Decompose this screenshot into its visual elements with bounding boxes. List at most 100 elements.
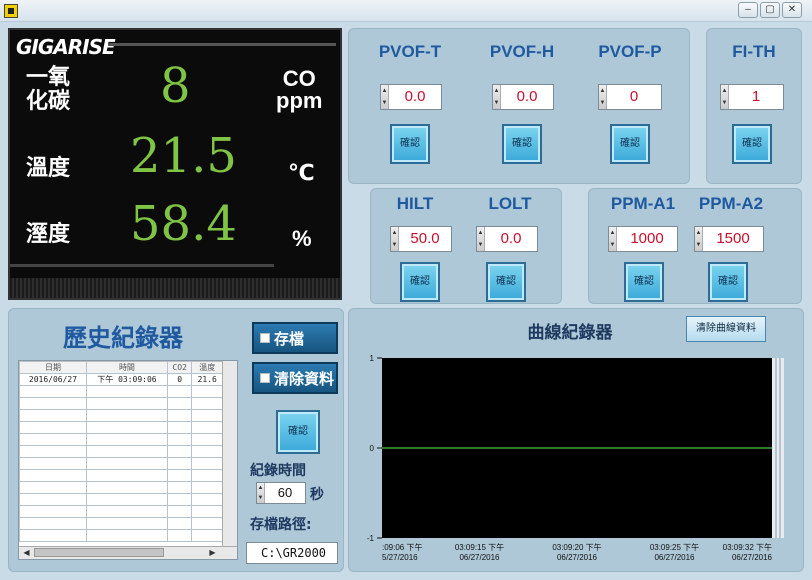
pvof-p-spinner[interactable]: ▲ ▼ <box>599 85 607 109</box>
title-bar <box>0 0 812 22</box>
save-checkbox-icon <box>260 333 270 343</box>
chart-title: 曲線紀錄器 <box>527 323 613 343</box>
co-label-line1: 一氧 <box>26 65 71 90</box>
clear-checkbox-icon <box>260 373 270 383</box>
scroll-left-icon[interactable]: ◀ <box>20 546 33 559</box>
save-path-label: 存檔路徑: <box>250 517 312 533</box>
ppm-a1-label: PPM-A1 <box>610 194 676 213</box>
ppm-a2-spinner[interactable]: ▲ ▼ <box>695 227 703 251</box>
ppm-a2-confirm-button[interactable]: 確認 <box>708 262 748 302</box>
cell-time: 下午 03:09:06 <box>85 373 168 386</box>
app-icon <box>4 4 18 18</box>
minimize-button[interactable]: – <box>738 2 758 18</box>
x-tick-time-label: 03:09:25 下午 <box>650 542 699 552</box>
ppm-a1-value: 1000 <box>630 230 664 247</box>
y-tick-label: -1 <box>367 534 375 543</box>
hilt-value: 50.0 <box>410 230 440 247</box>
display-strip <box>10 278 340 298</box>
ppm-a1-input[interactable]: ▲ ▼ 1000 <box>608 226 678 252</box>
ppm-a2-input[interactable]: ▲ ▼ 1500 <box>694 226 764 252</box>
table-row <box>19 529 223 542</box>
pvof-h-spinner[interactable]: ▲ ▼ <box>493 85 501 109</box>
record-time-input[interactable]: ▲ ▼ 60 <box>256 482 306 504</box>
cell-co2: 0 <box>166 373 193 386</box>
lolt-input[interactable]: ▲ ▼ 0.0 <box>476 226 538 252</box>
table-row <box>19 433 223 446</box>
ppm-a1-confirm-button[interactable]: 確認 <box>624 262 664 302</box>
hilt-confirm-button[interactable]: 確認 <box>400 262 440 302</box>
humidity-unit: % <box>292 226 312 251</box>
lolt-confirm-button[interactable]: 確認 <box>486 262 526 302</box>
table-row <box>19 421 223 434</box>
table-row <box>19 481 223 494</box>
cell-temp: 21.6 <box>191 373 223 386</box>
hilt-input[interactable]: ▲ ▼ 50.0 <box>390 226 452 252</box>
x-tick-date-label: 5/27/2016 <box>382 553 418 562</box>
record-time-spinner[interactable]: ▲ ▼ <box>257 483 265 503</box>
table-row <box>19 385 223 398</box>
humidity-value: 58.4 <box>130 196 237 252</box>
fi-th-value: 1 <box>751 88 761 105</box>
hilt-spinner[interactable]: ▲ ▼ <box>391 227 399 251</box>
col-temp: 溫度 <box>191 361 223 374</box>
save-button-label: 存檔 <box>274 329 305 348</box>
cell-date: 2016/06/27 <box>19 373 87 386</box>
pvof-t-input[interactable]: ▲ ▼ 0.0 <box>380 84 442 110</box>
table-row <box>19 505 223 518</box>
brand-logo: GIGARISE <box>16 35 116 59</box>
save-path-field[interactable]: C:\GR2000 <box>246 542 338 564</box>
temp-label: 溫度 <box>26 156 71 181</box>
lolt-label: LOLT <box>488 194 532 213</box>
x-tick-time-label: 03:09:20 下午 <box>552 542 601 552</box>
x-tick-date-label: 06/27/2016 <box>557 553 598 562</box>
record-time-value: 60 <box>277 485 293 500</box>
ppm-a1-spinner[interactable]: ▲ ▼ <box>609 227 617 251</box>
clear-data-button[interactable]: 清除資料 <box>252 362 338 394</box>
table-row <box>19 469 223 482</box>
pvof-h-input[interactable]: ▲ ▼ 0.0 <box>492 84 554 110</box>
pvof-p-confirm-button[interactable]: 確認 <box>610 124 650 164</box>
x-tick-time-label: 03:09:32 下午 <box>723 542 772 552</box>
lolt-value: 0.0 <box>500 230 522 247</box>
ppm-a2-value: 1500 <box>716 230 750 247</box>
trend-chart[interactable]: 10-1 :09:06 下午5/27/201603:09:15 下午06/27/… <box>352 348 798 570</box>
co-label: 一氧 化碳 <box>26 66 70 114</box>
pvof-t-label: PVOF-T <box>378 42 442 61</box>
co-value: 8 <box>160 58 191 114</box>
pvof-t-spinner[interactable]: ▲ ▼ <box>381 85 389 109</box>
table-row[interactable]: 2016/06/27 下午 03:09:06 0 21.6 <box>19 373 223 386</box>
pvof-t-value: 0.0 <box>404 88 426 105</box>
col-date: 日期 <box>19 361 87 374</box>
scroll-right-icon[interactable]: ▶ <box>206 546 219 559</box>
save-button[interactable]: 存檔 <box>252 322 338 354</box>
history-vertical-scrollbar[interactable] <box>222 361 237 546</box>
lolt-spinner[interactable]: ▲ ▼ <box>477 227 485 251</box>
temp-value: 21.5 <box>130 128 237 184</box>
record-time-label: 紀錄時間 <box>250 463 306 479</box>
clear-data-button-label: 清除資料 <box>274 369 335 388</box>
fi-th-input[interactable]: ▲ ▼ 1 <box>720 84 784 110</box>
fi-th-spinner[interactable]: ▲ ▼ <box>721 85 729 109</box>
x-tick-date-label: 06/27/2016 <box>459 553 500 562</box>
pvof-h-confirm-button[interactable]: 確認 <box>502 124 542 164</box>
maximize-button[interactable]: ▢ <box>760 2 780 18</box>
table-row <box>19 493 223 506</box>
clear-chart-button[interactable]: 清除曲線資料 <box>686 316 766 342</box>
pvof-p-input[interactable]: ▲ ▼ 0 <box>598 84 662 110</box>
chart-right-margin <box>772 358 784 538</box>
pvof-p-value: 0 <box>629 88 639 105</box>
close-button[interactable]: ✕ <box>782 2 802 18</box>
history-scroll-thumb[interactable] <box>34 548 164 557</box>
table-row <box>19 409 223 422</box>
fi-th-label: FI-TH <box>732 42 776 61</box>
fi-th-confirm-button[interactable]: 確認 <box>732 124 772 164</box>
history-confirm-button[interactable]: 確認 <box>276 410 320 454</box>
hilt-label: HILT <box>396 194 434 213</box>
pvof-h-value: 0.0 <box>516 88 538 105</box>
history-table[interactable]: 日期 時間 CO2 溫度 2016/06/27 下午 03:09:06 0 21… <box>18 360 238 560</box>
display-divider <box>10 264 274 267</box>
col-time: 時間 <box>85 361 168 374</box>
record-time-unit: 秒 <box>310 487 324 503</box>
pvof-t-confirm-button[interactable]: 確認 <box>390 124 430 164</box>
table-row <box>19 457 223 470</box>
